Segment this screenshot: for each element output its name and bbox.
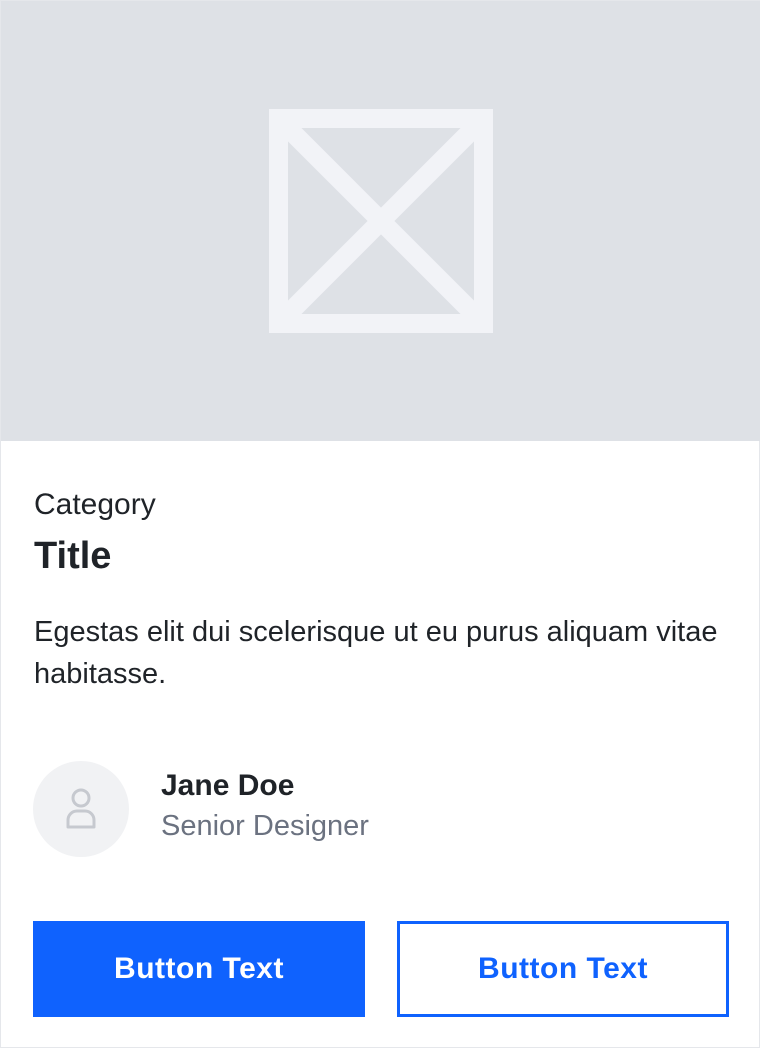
content-card: Category Title Egestas elit dui sceleris… (0, 0, 760, 1048)
card-title: Title (34, 535, 112, 577)
card-image (1, 1, 760, 441)
user-icon (66, 788, 96, 829)
author-role: Senior Designer (161, 810, 369, 842)
author-name: Jane Doe (161, 769, 295, 802)
primary-button[interactable]: Button Text (33, 921, 365, 1017)
avatar (33, 761, 129, 857)
card-category: Category (34, 488, 156, 521)
image-placeholder-icon (269, 109, 493, 333)
secondary-button[interactable]: Button Text (397, 921, 729, 1017)
card-description: Egestas elit dui scelerisque ut eu purus… (34, 616, 718, 690)
